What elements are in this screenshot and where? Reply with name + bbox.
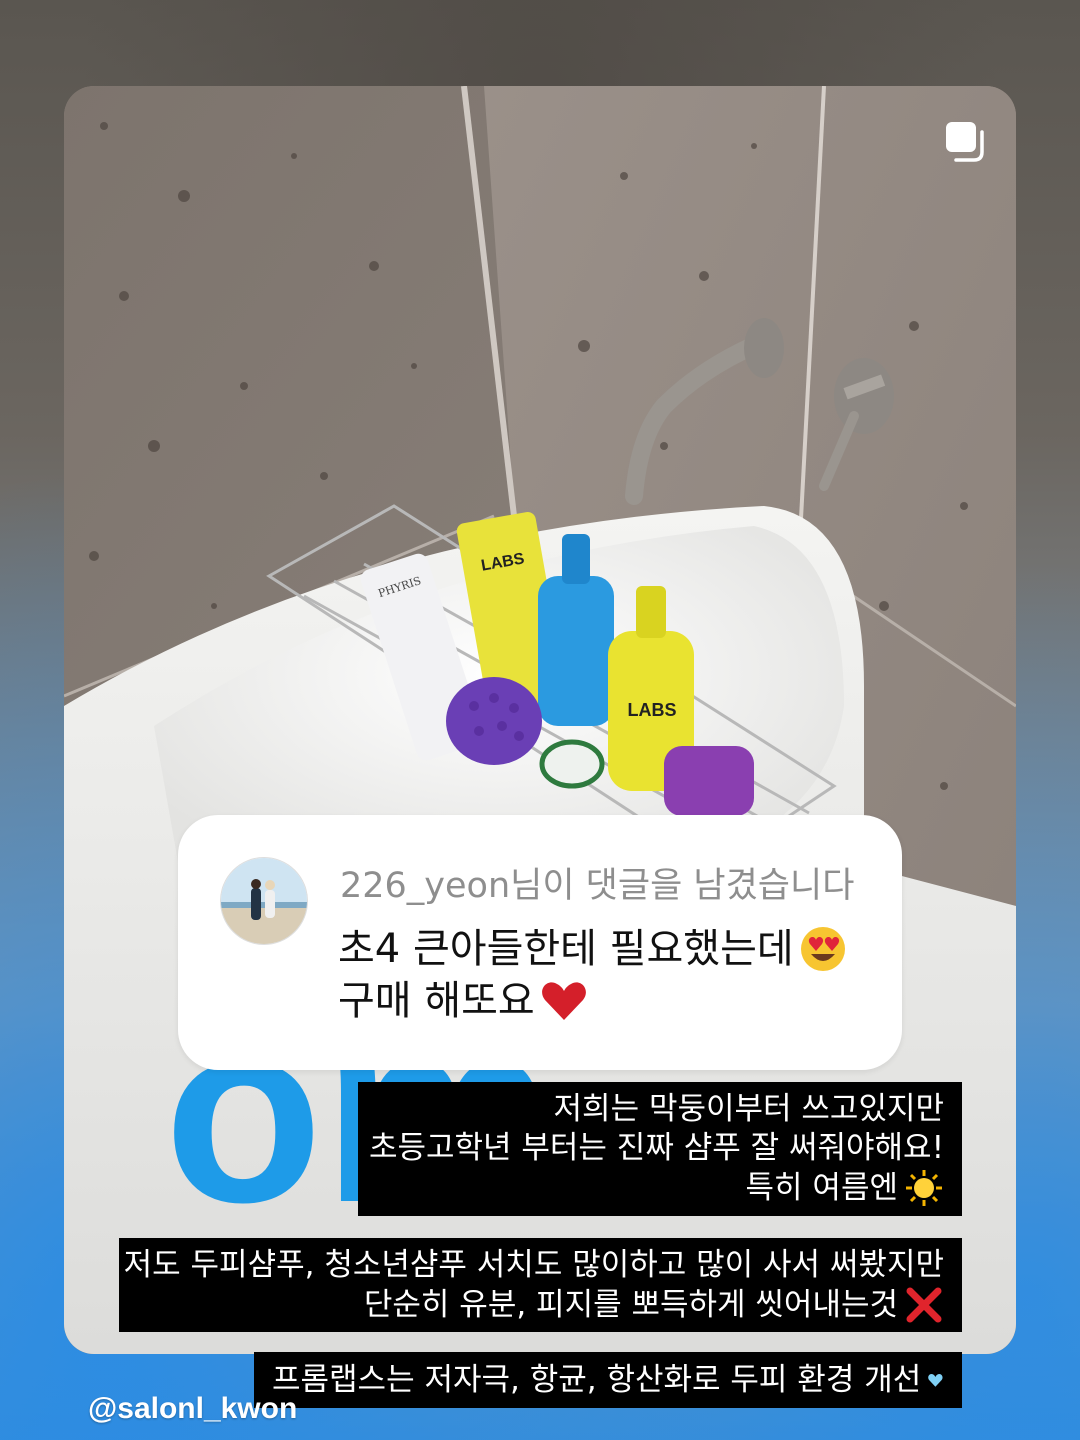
caption-3-line-1: 프롬랩스는 저자극, 항균, 항산화로 두피 환경 개선 [272,1361,922,1398]
caption-box-2: 저도 두피샴푸, 청소년샴푸 서치도 많이하고 많이 사서 써봤지만 단순히 유… [119,1238,962,1332]
sun-icon [906,1170,942,1206]
comment-header: 226_yeon님이 댓글을 남겼습니다 [340,866,855,906]
yellow-bottle-label: LABS [628,700,677,720]
comment-line-1: 초4 큰아들한테 필요했는데 [338,926,794,972]
caption-1-line-2: 초등고학년 부터는 진짜 샴푸 잘 써줘야해요! [368,1130,944,1166]
comment-text: 초4 큰아들한테 필요했는데 구매 해또요 [338,923,878,1027]
comment-line-2: 구매 해또요 [338,978,535,1024]
caption-box-1: 저희는 막둥이부터 쓰고있지만 초등고학년 부터는 진짜 샴푸 잘 써줘야해요!… [358,1082,962,1216]
watermark-handle: @salonl_kwon [88,1392,298,1425]
heart-eyes-emoji-icon [800,927,845,971]
caption-2-line-1: 저도 두피샴푸, 청소년샴푸 서치도 많이하고 많이 사서 써봤지만 [123,1247,944,1283]
cross-mark-icon [906,1287,942,1323]
red-heart-emoji-icon [541,982,586,1020]
copy-icon[interactable] [942,118,988,164]
caption-1-line-1: 저희는 막둥이부터 쓰고있지만 [553,1091,944,1127]
caption-box-3: 프롬랩스는 저자극, 항균, 항산화로 두피 환경 개선 [254,1352,962,1408]
blue-heart-icon [928,1373,943,1387]
comment-reply-sticker[interactable]: 226_yeon님이 댓글을 남겼습니다 초4 큰아들한테 필요했는데 구매 해… [178,815,902,1070]
avatar[interactable] [220,857,308,945]
caption-2-line-2: 단순히 유분, 피지를 뽀득하게 씻어내는것 [363,1286,898,1323]
caption-1-line-3: 특히 여름엔 [745,1169,898,1206]
